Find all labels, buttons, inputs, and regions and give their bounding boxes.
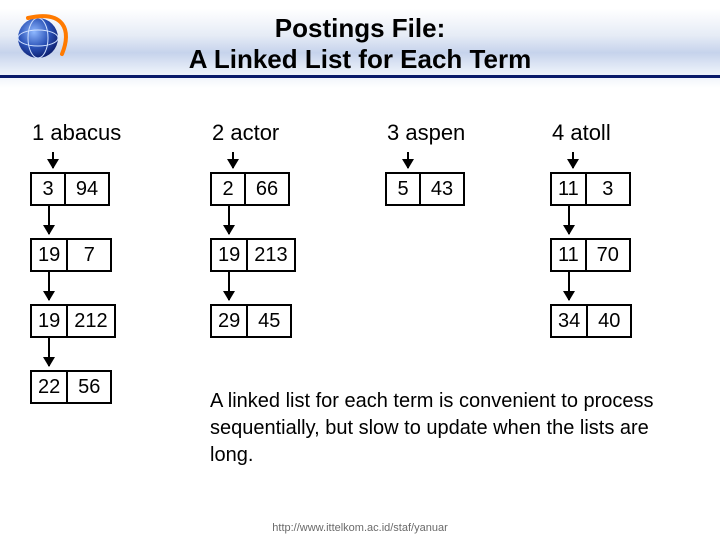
posting-tf: 94	[66, 172, 110, 206]
globe-logo-icon	[10, 6, 74, 70]
term-label: 3 aspen	[385, 120, 525, 146]
posting-node: 19 213	[210, 238, 296, 272]
posting-node: 29 45	[210, 304, 292, 338]
posting-doc: 19	[210, 238, 248, 272]
footer-url: http://www.ittelkom.ac.id/staf/yanuar	[0, 522, 720, 534]
posting-node: 22 56	[30, 370, 112, 404]
posting-node: 11 3	[550, 172, 631, 206]
posting-node: 19 7	[30, 238, 112, 272]
title-wrap: Postings File: A Linked List for Each Te…	[0, 13, 720, 75]
posting-tf: 66	[246, 172, 290, 206]
term-column: 3 aspen 5 43	[385, 120, 525, 206]
posting-node: 19 212	[30, 304, 116, 338]
arrow-down-icon	[48, 338, 50, 366]
posting-node: 5 43	[385, 172, 465, 206]
posting-doc: 34	[550, 304, 588, 338]
arrow-down-icon	[48, 272, 50, 300]
posting-tf: 7	[68, 238, 112, 272]
posting-tf: 40	[588, 304, 632, 338]
arrow-down-icon	[572, 152, 574, 168]
slide: Postings File: A Linked List for Each Te…	[0, 0, 720, 540]
posting-doc: 19	[30, 238, 68, 272]
term-label: 2 actor	[210, 120, 360, 146]
posting-node: 2 66	[210, 172, 290, 206]
slide-title-line1: Postings File:	[0, 13, 720, 44]
posting-node: 3 94	[30, 172, 110, 206]
description-text: A linked list for each term is convenien…	[210, 388, 680, 469]
posting-doc: 11	[550, 172, 587, 206]
arrow-down-icon	[568, 206, 570, 234]
arrow-down-icon	[228, 206, 230, 234]
posting-tf: 56	[68, 370, 112, 404]
arrow-down-icon	[407, 152, 409, 168]
term-label: 1 abacus	[30, 120, 170, 146]
arrow-down-icon	[48, 206, 50, 234]
arrow-down-icon	[228, 272, 230, 300]
term-column: 4 atoll 11 3 11 70 34 40	[550, 120, 690, 338]
slide-body: 1 abacus 3 94 19 7 19 212 22 56	[30, 120, 690, 510]
posting-doc: 19	[30, 304, 68, 338]
posting-node: 11 70	[550, 238, 631, 272]
posting-tf: 45	[248, 304, 292, 338]
posting-doc: 2	[210, 172, 246, 206]
arrow-down-icon	[52, 152, 54, 168]
posting-tf: 213	[248, 238, 295, 272]
posting-tf: 43	[421, 172, 465, 206]
slide-header: Postings File: A Linked List for Each Te…	[0, 0, 720, 88]
posting-tf: 3	[587, 172, 631, 206]
posting-tf: 70	[587, 238, 631, 272]
posting-doc: 3	[30, 172, 66, 206]
term-label: 4 atoll	[550, 120, 690, 146]
arrow-down-icon	[568, 272, 570, 300]
slide-title-line2: A Linked List for Each Term	[0, 44, 720, 75]
posting-doc: 5	[385, 172, 421, 206]
term-column: 2 actor 2 66 19 213 29 45	[210, 120, 360, 338]
arrow-down-icon	[232, 152, 234, 168]
posting-doc: 11	[550, 238, 587, 272]
posting-doc: 22	[30, 370, 68, 404]
posting-doc: 29	[210, 304, 248, 338]
term-column: 1 abacus 3 94 19 7 19 212 22 56	[30, 120, 170, 404]
posting-tf: 212	[68, 304, 115, 338]
posting-node: 34 40	[550, 304, 632, 338]
